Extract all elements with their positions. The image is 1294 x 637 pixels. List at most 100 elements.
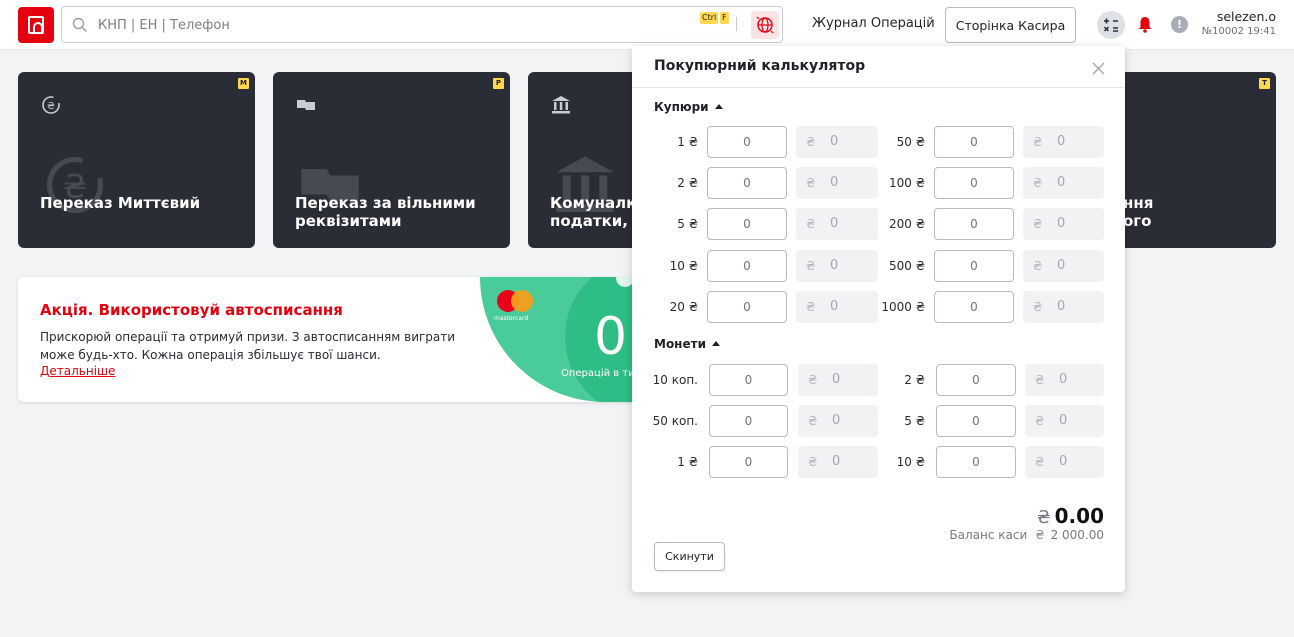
denomination-label: 50 коп. (652, 414, 698, 428)
currency-symbol: ₴ (1033, 259, 1043, 273)
denomination-label: 2 ₴ (904, 373, 925, 387)
reset-button[interactable]: Скинути (654, 542, 725, 571)
line-sum-field: ₴ 0 (796, 291, 878, 323)
tile-title: Переказ за вільними реквізитами (295, 194, 476, 230)
line-sum-value: 0 (832, 454, 841, 469)
line-sum-value: 0 (832, 372, 841, 387)
denomination-label: 10 ₴ (896, 455, 925, 469)
promo-details-link[interactable]: Детальніше (40, 364, 115, 378)
open-book-icon (297, 100, 315, 110)
tile-title: ння ого (1123, 194, 1154, 230)
currency-symbol: ₴ (806, 176, 816, 190)
denomination-label: 50 ₴ (896, 135, 925, 149)
currency-symbol: ₴ (1035, 373, 1045, 387)
line-sum-value: 0 (830, 216, 839, 231)
line-sum-value: 0 (830, 299, 839, 314)
promo-banner: Акція. Використовуй автосписання Прискор… (18, 277, 658, 402)
currency-symbol: ₴ (1033, 217, 1043, 231)
quantity-input[interactable] (936, 405, 1016, 437)
quantity-input[interactable] (707, 208, 787, 240)
search-icon (72, 17, 87, 32)
quantity-input[interactable] (707, 250, 787, 282)
currency-symbol: ₴ (1033, 300, 1043, 314)
search-divider (736, 17, 737, 31)
calculator-header-divider (632, 87, 1125, 88)
line-sum-field: ₴ 0 (796, 167, 878, 199)
line-sum-field: ₴ 0 (1023, 167, 1104, 199)
line-sum-field: ₴ 0 (796, 126, 878, 158)
svg-text:₴: ₴ (47, 101, 55, 112)
close-icon[interactable] (1092, 62, 1105, 75)
quantity-input[interactable] (707, 167, 787, 199)
quantity-input[interactable] (934, 126, 1014, 158)
currency-symbol: ₴ (806, 135, 816, 149)
total-amount: ₴ 0.00 (1036, 504, 1104, 528)
line-sum-value: 0 (830, 134, 839, 149)
tile-free-details-transfer[interactable]: Переказ за вільними реквізитами P (273, 72, 510, 248)
hotkey-badge: T (1259, 78, 1270, 89)
line-sum-value: 0 (1057, 299, 1066, 314)
search-input[interactable] (98, 15, 658, 35)
line-sum-value: 0 (1057, 216, 1066, 231)
hotkey-badge: M (238, 78, 249, 89)
line-sum-value: 0 (1059, 413, 1068, 428)
operations-journal-link[interactable]: Журнал Операцій (812, 16, 935, 31)
search-box[interactable]: Ctrl F (61, 6, 783, 43)
calculator-title: Покупюрний калькулятор (654, 58, 866, 74)
currency-symbol: ₴ (806, 217, 816, 231)
denomination-label: 100 ₴ (888, 176, 925, 190)
quantity-input[interactable] (934, 208, 1014, 240)
tile-instant-transfer[interactable]: ₴ ₴ Переказ Миттєвий M (18, 72, 255, 248)
shortcut-key-badge: F (720, 12, 729, 24)
user-info[interactable]: selezen.o №10002 19:41 (1202, 9, 1276, 37)
quantity-input[interactable] (709, 364, 788, 396)
denomination-label: 500 ₴ (888, 259, 925, 273)
currency-symbol: ₴ (806, 300, 816, 314)
quantity-input[interactable] (934, 250, 1014, 282)
quantity-input[interactable] (936, 364, 1016, 396)
currency-symbol: ₴ (808, 414, 818, 428)
currency-symbol: ₴ (1035, 414, 1045, 428)
line-sum-field: ₴ 0 (1023, 291, 1104, 323)
hotkey-badge: P (493, 78, 504, 89)
currency-symbol: ₴ (806, 259, 816, 273)
line-sum-field: ₴ 0 (1025, 446, 1104, 478)
denomination-label: 10 коп. (652, 373, 698, 387)
denomination-label: 10 ₴ (669, 259, 698, 273)
denomination-label: 20 ₴ (669, 300, 698, 314)
caret-up-icon (711, 341, 720, 346)
quantity-input[interactable] (934, 291, 1014, 323)
brand-logo[interactable] (18, 7, 54, 43)
quantity-input[interactable] (707, 126, 787, 158)
operations-counter: 0 (594, 307, 628, 367)
quantity-input[interactable] (709, 405, 788, 437)
quantity-input[interactable] (707, 291, 787, 323)
cashier-page-button[interactable]: Сторінка Касира (945, 7, 1076, 43)
bank-icon (552, 96, 570, 114)
bell-icon[interactable] (1137, 16, 1153, 33)
calculator-icon (1103, 18, 1118, 32)
card-brand-label: mastercard (494, 315, 529, 322)
promo-title: Акція. Використовуй автосписання (40, 301, 343, 319)
line-sum-value: 0 (830, 175, 839, 190)
currency-symbol: ₴ (808, 455, 818, 469)
user-name: selezen.o (1216, 9, 1276, 24)
coins-section-toggle[interactable]: Монети (654, 337, 720, 351)
denomination-label: 5 ₴ (677, 217, 698, 231)
caret-up-icon (714, 104, 723, 109)
currency-symbol: ₴ (1033, 135, 1043, 149)
line-sum-value: 0 (1059, 454, 1068, 469)
calculator-button[interactable] (1097, 11, 1125, 39)
tile-title: Переказ Миттєвий (40, 194, 201, 212)
quantity-input[interactable] (936, 446, 1016, 478)
denomination-label: 5 ₴ (904, 414, 925, 428)
quantity-input[interactable] (709, 446, 788, 478)
alert-icon[interactable]: ! (1171, 16, 1188, 33)
line-sum-value: 0 (1057, 134, 1066, 149)
quantity-input[interactable] (934, 167, 1014, 199)
globe-search-button[interactable] (751, 11, 779, 39)
cash-calculator-panel: Покупюрний калькулятор Купюри Монети ₴ 0.… (632, 46, 1125, 592)
line-sum-field: ₴ 0 (796, 250, 878, 282)
banknotes-section-toggle[interactable]: Купюри (654, 100, 723, 114)
currency-exchange-icon: ₴ (42, 96, 60, 114)
